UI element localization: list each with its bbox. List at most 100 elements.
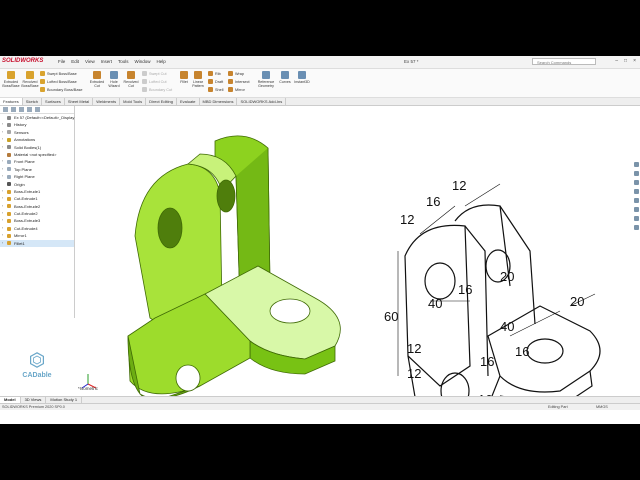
tree-item[interactable]: › Annotations [0, 136, 74, 143]
extruded-boss-button[interactable]: Extruded Boss/Base [2, 71, 20, 88]
instant3d-button[interactable]: Instant3D [293, 71, 311, 84]
tab-sketch[interactable]: Sketch [23, 98, 43, 105]
chevron-right-icon[interactable]: › [2, 232, 3, 239]
view-orientation-icon[interactable] [634, 198, 639, 203]
draft-button[interactable]: Draft [208, 79, 223, 84]
property-manager-icon[interactable] [11, 107, 16, 112]
curves-button[interactable]: Curves [278, 71, 292, 84]
tab-direct-editing[interactable]: Direct Editing [146, 98, 177, 105]
app-logo[interactable]: SOLIDWORKS [2, 58, 43, 64]
menu-insert[interactable]: Insert [101, 59, 112, 64]
minimize-icon[interactable]: – [615, 58, 618, 64]
reference-geometry-button[interactable]: Reference Geometry [254, 71, 278, 88]
tree-item[interactable]: › Solid Bodies(1) [0, 144, 74, 151]
revolved-boss-button[interactable]: Revolved Boss/Base [21, 71, 39, 88]
chevron-right-icon[interactable]: › [2, 121, 3, 128]
tree-item[interactable]: › Right Plane [0, 173, 74, 180]
hide-show-icon[interactable] [634, 216, 639, 221]
wrap-button[interactable]: Wrap [228, 71, 244, 76]
tree-item[interactable]: › Fillet1 [0, 239, 74, 248]
menu-tools[interactable]: Tools [118, 59, 129, 64]
previous-view-icon[interactable] [634, 180, 639, 185]
tree-item[interactable]: › Mirror1 [0, 232, 74, 239]
reference-geometry-icon [262, 71, 270, 79]
tree-item[interactable]: › Front Plane [0, 158, 74, 165]
zoom-fit-icon[interactable] [634, 162, 639, 167]
origin-icon [7, 182, 11, 187]
fillet-button[interactable]: Fillet [178, 71, 190, 84]
chevron-right-icon[interactable]: › [2, 129, 3, 136]
tree-item[interactable]: › Boss-Extrude3 [0, 217, 74, 224]
plane-icon [7, 160, 11, 165]
tab-features[interactable]: Features [0, 98, 23, 105]
section-view-icon[interactable] [634, 189, 639, 194]
rib-button[interactable]: Rib [208, 71, 221, 76]
mirror-button[interactable]: Mirror [228, 87, 245, 92]
shell-button[interactable]: Shell [208, 87, 223, 92]
close-icon[interactable]: × [633, 58, 636, 64]
tree-item[interactable]: › History [0, 121, 74, 128]
tab-weldments[interactable]: Weldments [93, 98, 121, 105]
chevron-right-icon[interactable]: › [2, 195, 3, 202]
tab-mbd-dimensions[interactable]: MBD Dimensions [200, 98, 238, 105]
intersect-button[interactable]: Intersect [228, 79, 250, 84]
swept-boss-button[interactable]: Swept Boss/Base [40, 71, 77, 76]
tree-item[interactable]: › Top Plane [0, 166, 74, 173]
boundary-boss-button[interactable]: Boundary Boss/Base [40, 87, 82, 92]
linear-pattern-button[interactable]: Linear Pattern [190, 71, 206, 88]
display-style-icon[interactable] [634, 207, 639, 212]
model-and-reference-drawing: 12 16 12 60 40 16 20 40 20 12 16 16 16 1… [81, 135, 601, 424]
tree-item[interactable]: › Boss-Extrude2 [0, 203, 74, 210]
swept-cut-button[interactable]: Swept Cut [142, 71, 167, 76]
tree-item-label: Solid Bodies(1) [14, 144, 42, 150]
chevron-right-icon[interactable]: › [2, 188, 3, 195]
tab-surfaces[interactable]: Surfaces [42, 98, 65, 105]
chevron-right-icon[interactable]: › [2, 217, 3, 224]
menu-edit[interactable]: Edit [71, 59, 79, 64]
hole-wizard-button[interactable]: Hole Wizard [106, 71, 122, 88]
chevron-right-icon[interactable]: › [2, 203, 3, 210]
history-icon [7, 123, 11, 128]
menu-view[interactable]: View [85, 59, 95, 64]
configuration-manager-icon[interactable] [19, 107, 24, 112]
menu-file[interactable]: File [58, 59, 65, 64]
maximize-icon[interactable]: □ [624, 58, 627, 64]
dimxpert-icon[interactable] [27, 107, 32, 112]
green-bracket-model[interactable] [127, 135, 341, 402]
chevron-right-icon[interactable]: › [2, 166, 3, 173]
chevron-right-icon[interactable]: › [2, 136, 3, 143]
display-manager-icon[interactable] [35, 107, 40, 112]
boundary-cut-button[interactable]: Boundary Cut [142, 87, 172, 92]
tree-item[interactable]: Material <not specified> [0, 151, 74, 158]
search-commands-input[interactable]: Search Commands [532, 58, 596, 65]
chevron-right-icon[interactable]: › [2, 144, 3, 151]
chevron-right-icon[interactable]: › [2, 225, 3, 232]
tree-item[interactable]: Origin [0, 181, 74, 188]
edit-appearance-icon[interactable] [634, 225, 639, 230]
tab-evaluate[interactable]: Evaluate [177, 98, 200, 105]
chevron-right-icon[interactable]: › [2, 210, 3, 217]
tree-item[interactable]: › Sensors [0, 129, 74, 136]
chevron-right-icon[interactable]: › [2, 240, 3, 247]
tree-item-label: Annotations [14, 137, 36, 143]
tree-item[interactable]: › Cut-Extrude4 [0, 225, 74, 232]
tab-sheet-metal[interactable]: Sheet Metal [65, 98, 94, 105]
chevron-right-icon[interactable]: › [2, 158, 3, 165]
chevron-right-icon[interactable]: › [2, 173, 3, 180]
zoom-area-icon[interactable] [634, 171, 639, 176]
tree-item[interactable]: › Cut-Extrude1 [0, 195, 74, 202]
menu-window[interactable]: Window [135, 59, 151, 64]
status-units[interactable]: MMGS [596, 404, 608, 410]
extruded-cut-button[interactable]: Extruded Cut [88, 71, 106, 88]
tab-solidworks-addins[interactable]: SOLIDWORKS Add-Ins [237, 98, 287, 105]
tree-item[interactable]: › Boss-Extrude1 [0, 188, 74, 195]
graphics-area[interactable]: 12 16 12 60 40 16 20 40 20 12 16 16 16 1… [75, 106, 640, 424]
lofted-boss-button[interactable]: Lofted Boss/Base [40, 79, 77, 84]
feature-manager-icon[interactable] [3, 107, 8, 112]
menu-help[interactable]: Help [157, 59, 166, 64]
tab-mold-tools[interactable]: Mold Tools [120, 98, 147, 105]
tree-item[interactable]: › Cut-Extrude2 [0, 210, 74, 217]
revolved-cut-button[interactable]: Revolved Cut [122, 71, 140, 88]
tree-item[interactable]: Ex 57 (Default<<Default>_Display Sta [0, 114, 81, 121]
lofted-cut-button[interactable]: Lofted Cut [142, 79, 167, 84]
